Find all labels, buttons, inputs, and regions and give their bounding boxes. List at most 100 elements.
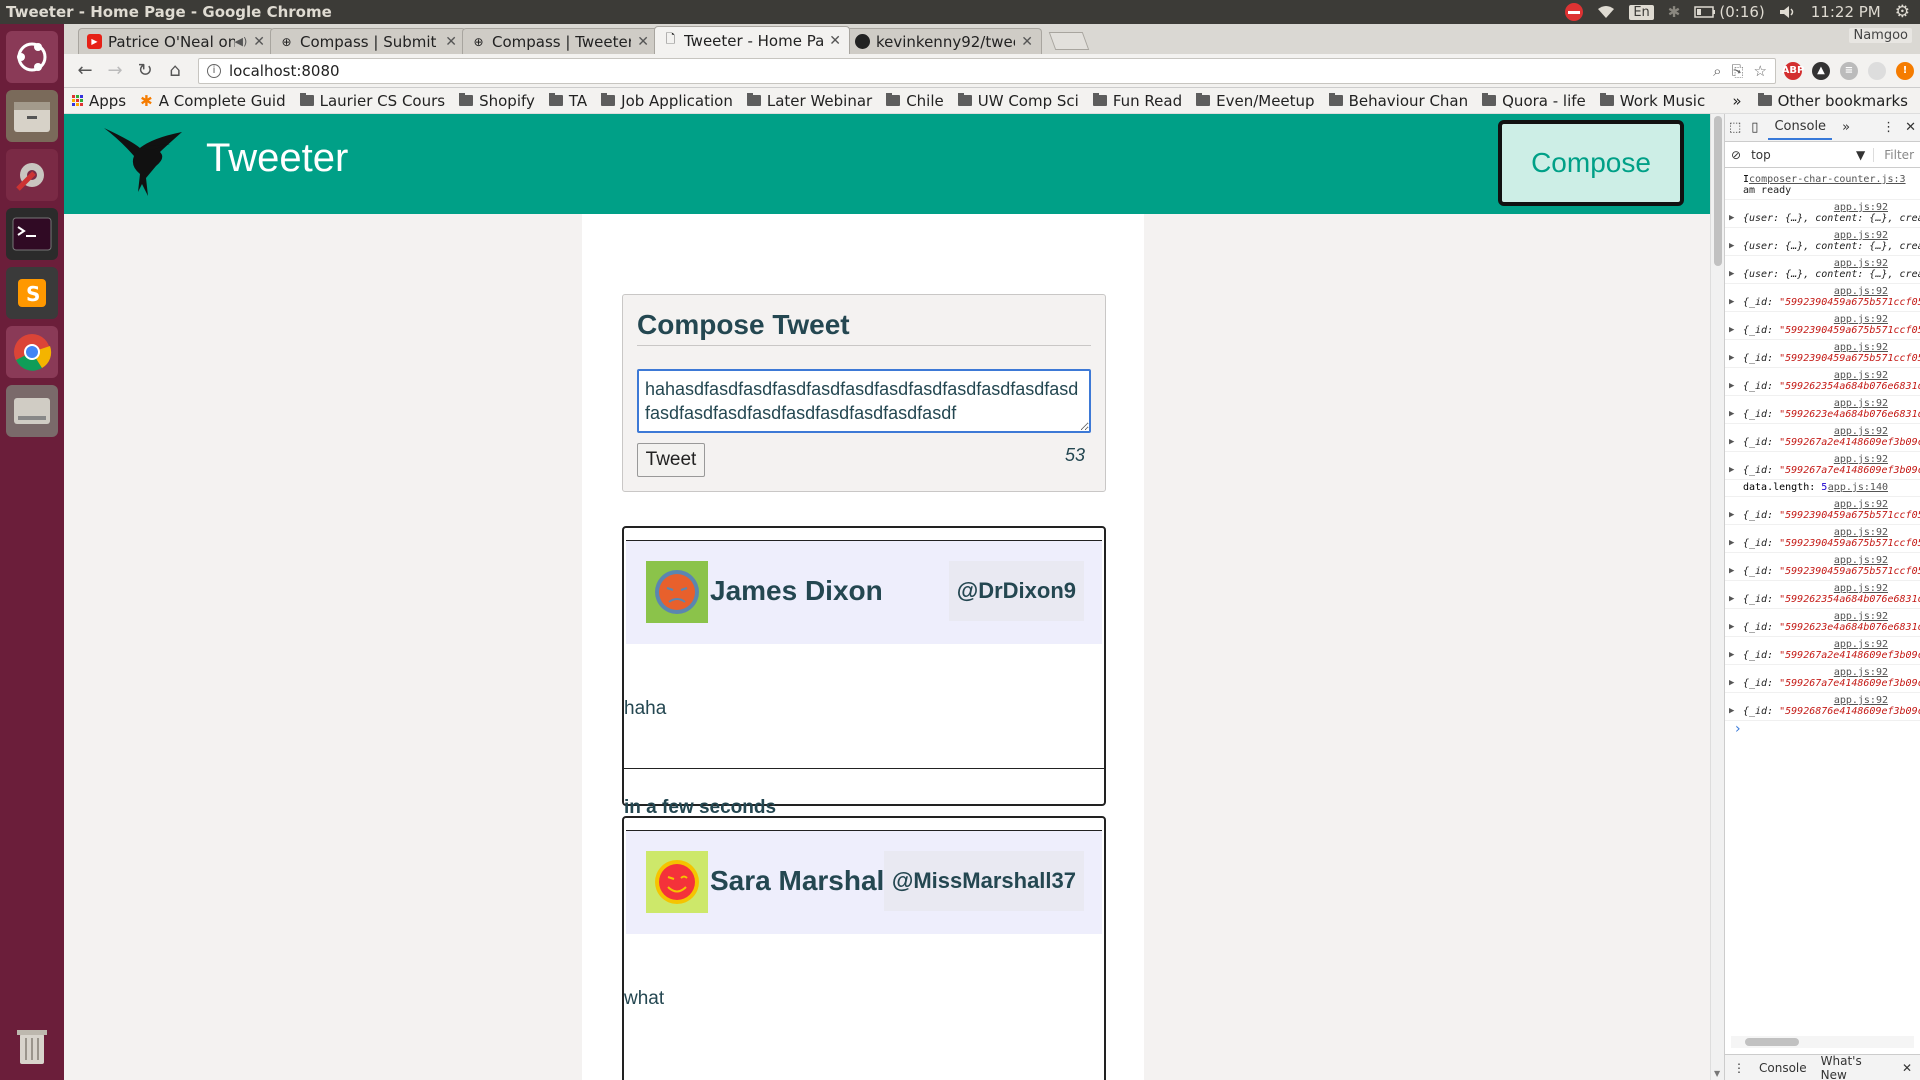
- volume-icon[interactable]: [1779, 5, 1797, 19]
- drawer-tab-console[interactable]: Console: [1759, 1061, 1807, 1075]
- console-filter-input[interactable]: Filter: [1884, 148, 1914, 162]
- files-icon[interactable]: [6, 90, 58, 142]
- log-source-link[interactable]: app.js:92: [1743, 286, 1916, 297]
- close-icon[interactable]: ✕: [253, 34, 265, 50]
- console-log-row[interactable]: app.js:92 ▶ {_id: "599267a2e4148609ef3b09c…: [1725, 637, 1920, 665]
- console-prompt[interactable]: ›: [1725, 721, 1920, 737]
- tab-youtube[interactable]: ▶ Patrice O'Neal on ◀) ✕: [78, 28, 274, 54]
- system-settings-icon[interactable]: [6, 149, 58, 201]
- console-log-row[interactable]: Icomposer-char-counter.js:3 am ready: [1725, 172, 1920, 200]
- inspect-element-icon[interactable]: ⬚: [1729, 120, 1741, 135]
- log-source-link[interactable]: app.js:92: [1743, 695, 1916, 706]
- bookmark-item[interactable]: ✱ A Complete Guid: [140, 92, 286, 110]
- extension-hat-icon[interactable]: ▲: [1812, 61, 1830, 80]
- expand-triangle-icon[interactable]: ▶: [1729, 409, 1734, 420]
- clock[interactable]: 11:22 PM: [1811, 3, 1881, 21]
- console-log-row[interactable]: app.js:92 ▶ {_id: "5992390459a675b571ccf05…: [1725, 284, 1920, 312]
- expand-triangle-icon[interactable]: ▶: [1729, 297, 1734, 308]
- log-source-link[interactable]: app.js:92: [1743, 342, 1916, 353]
- log-source-link[interactable]: app.js:92: [1743, 314, 1916, 325]
- keyboard-language[interactable]: En: [1629, 4, 1654, 20]
- expand-triangle-icon[interactable]: ▶: [1729, 269, 1734, 280]
- drawer-menu-icon[interactable]: ⋮: [1733, 1061, 1745, 1075]
- other-bookmarks[interactable]: Other bookmarks: [1757, 92, 1908, 110]
- scrollbar-thumb[interactable]: [1745, 1038, 1799, 1046]
- console-log-row[interactable]: app.js:92 ▶ {user: {…}, content: {…}, crea…: [1725, 228, 1920, 256]
- console-log-row[interactable]: app.js:92 ▶ {_id: "599262354a684b076e6831d…: [1725, 581, 1920, 609]
- close-icon[interactable]: ✕: [1021, 34, 1033, 50]
- bookmark-folder[interactable]: Laurier CS Cours: [299, 92, 445, 110]
- back-arrow-icon[interactable]: ←: [70, 57, 100, 85]
- bookmark-folder[interactable]: TA: [548, 92, 587, 110]
- bookmark-star-icon[interactable]: ☆: [1754, 62, 1767, 80]
- expand-triangle-icon[interactable]: ▶: [1729, 437, 1734, 448]
- disk-drive-icon[interactable]: [6, 385, 58, 437]
- console-log-row[interactable]: app.js:92 ▶ {_id: "599267a7e4148609ef3b09c…: [1725, 452, 1920, 480]
- console-log-row[interactable]: app.js:92 ▶ {_id: "59926876e4148609ef3b09c…: [1725, 693, 1920, 721]
- tab-console[interactable]: Console: [1768, 115, 1833, 140]
- tab-compass-tweeter[interactable]: ⊕ Compass | Tweeter ✕: [462, 28, 658, 54]
- expand-triangle-icon[interactable]: ▶: [1729, 325, 1734, 336]
- console-log-row[interactable]: app.js:92 ▶ {_id: "5992390459a675b571ccf05…: [1725, 525, 1920, 553]
- console-log-row[interactable]: app.js:92 ▶ {user: {…}, content: {…}, crea…: [1725, 200, 1920, 228]
- log-source-link[interactable]: app.js:92: [1743, 527, 1916, 538]
- bookmark-folder[interactable]: Shopify: [459, 92, 535, 110]
- translate-icon[interactable]: ⎘: [1732, 62, 1744, 80]
- close-icon[interactable]: ✕: [637, 34, 649, 50]
- expand-triangle-icon[interactable]: ▶: [1729, 566, 1734, 577]
- scroll-down-arrow-icon[interactable]: ▼: [1714, 1069, 1720, 1078]
- tab-github[interactable]: kevinkenny92/twee ✕: [846, 28, 1042, 54]
- bookmarks-overflow-button[interactable]: »: [1732, 92, 1741, 110]
- adblock-icon[interactable]: ABP: [1782, 61, 1804, 80]
- bluetooth-icon[interactable]: ✱: [1668, 3, 1681, 21]
- extension-circle-icon[interactable]: [1868, 61, 1886, 80]
- terminal-icon[interactable]: [6, 208, 58, 260]
- log-source-link[interactable]: app.js:92: [1743, 454, 1916, 465]
- log-source-link[interactable]: composer-char-counter.js:3: [1749, 174, 1906, 185]
- trash-icon[interactable]: [6, 1020, 58, 1072]
- extension-gray-icon[interactable]: ≡: [1840, 61, 1858, 80]
- expand-triangle-icon[interactable]: ▶: [1729, 465, 1734, 476]
- tab-tweeter-home[interactable]: 🗋 Tweeter - Home Pag ✕: [654, 26, 850, 54]
- log-source-link[interactable]: app.js:92: [1743, 258, 1916, 269]
- context-selector[interactable]: top ▼: [1751, 147, 1875, 162]
- close-icon[interactable]: ✕: [829, 33, 841, 49]
- expand-triangle-icon[interactable]: ▶: [1729, 650, 1734, 661]
- expand-triangle-icon[interactable]: ▶: [1729, 706, 1734, 717]
- expand-triangle-icon[interactable]: ▶: [1729, 538, 1734, 549]
- bookmark-folder[interactable]: Fun Read: [1092, 92, 1182, 110]
- compose-button[interactable]: Compose: [1498, 120, 1684, 206]
- ubuntu-dash-icon[interactable]: [6, 31, 58, 83]
- console-log-row[interactable]: app.js:92 ▶ {user: {…}, content: {…}, crea…: [1725, 256, 1920, 284]
- tab-compass-submit[interactable]: ⊕ Compass | Submit F ✕: [270, 28, 466, 54]
- close-icon[interactable]: ✕: [1905, 120, 1916, 135]
- forward-arrow-icon[interactable]: →: [100, 57, 130, 85]
- page-scrollbar[interactable]: ▼: [1710, 114, 1724, 1080]
- settings-gear-icon[interactable]: ⚙: [1895, 2, 1910, 22]
- wifi-icon[interactable]: [1597, 5, 1615, 19]
- log-source-link[interactable]: app.js:92: [1743, 611, 1916, 622]
- bookmark-folder[interactable]: Later Webinar: [746, 92, 872, 110]
- clear-console-icon[interactable]: ⊘: [1731, 148, 1741, 162]
- expand-triangle-icon[interactable]: ▶: [1729, 213, 1734, 224]
- console-log-row[interactable]: app.js:92 ▶ {_id: "599267a2e4148609ef3b09c…: [1725, 424, 1920, 452]
- console-log-row[interactable]: app.js:92 ▶ {_id: "5992623e4a684b076e6831d…: [1725, 396, 1920, 424]
- expand-triangle-icon[interactable]: ▶: [1729, 594, 1734, 605]
- chrome-icon[interactable]: [6, 326, 58, 378]
- console-log-row[interactable]: app.js:92 ▶ {_id: "5992390459a675b571ccf05…: [1725, 553, 1920, 581]
- scrollbar-thumb[interactable]: [1714, 116, 1722, 266]
- console-log-row[interactable]: app.js:92 ▶ {_id: "5992390459a675b571ccf05…: [1725, 497, 1920, 525]
- address-bar[interactable]: i localhost:8080 ⌕ ⎘ ☆: [198, 57, 1776, 84]
- console-log-row[interactable]: app.js:92 ▶ {_id: "599262354a684b076e6831d…: [1725, 368, 1920, 396]
- drawer-tab-whats-new[interactable]: What's New: [1821, 1054, 1888, 1080]
- bookmark-folder[interactable]: UW Comp Sci: [957, 92, 1079, 110]
- close-icon[interactable]: ✕: [1902, 1061, 1912, 1075]
- log-source-link[interactable]: app.js:92: [1743, 398, 1916, 409]
- bookmark-folder[interactable]: Behaviour Chan: [1328, 92, 1468, 110]
- bookmark-apps[interactable]: Apps: [72, 92, 126, 110]
- zoom-icon[interactable]: ⌕: [1713, 62, 1721, 80]
- battery-indicator[interactable]: (0:16): [1694, 3, 1765, 21]
- log-source-link[interactable]: app.js:92: [1743, 370, 1916, 381]
- expand-triangle-icon[interactable]: ▶: [1729, 622, 1734, 633]
- log-source-link[interactable]: app.js:92: [1743, 426, 1916, 437]
